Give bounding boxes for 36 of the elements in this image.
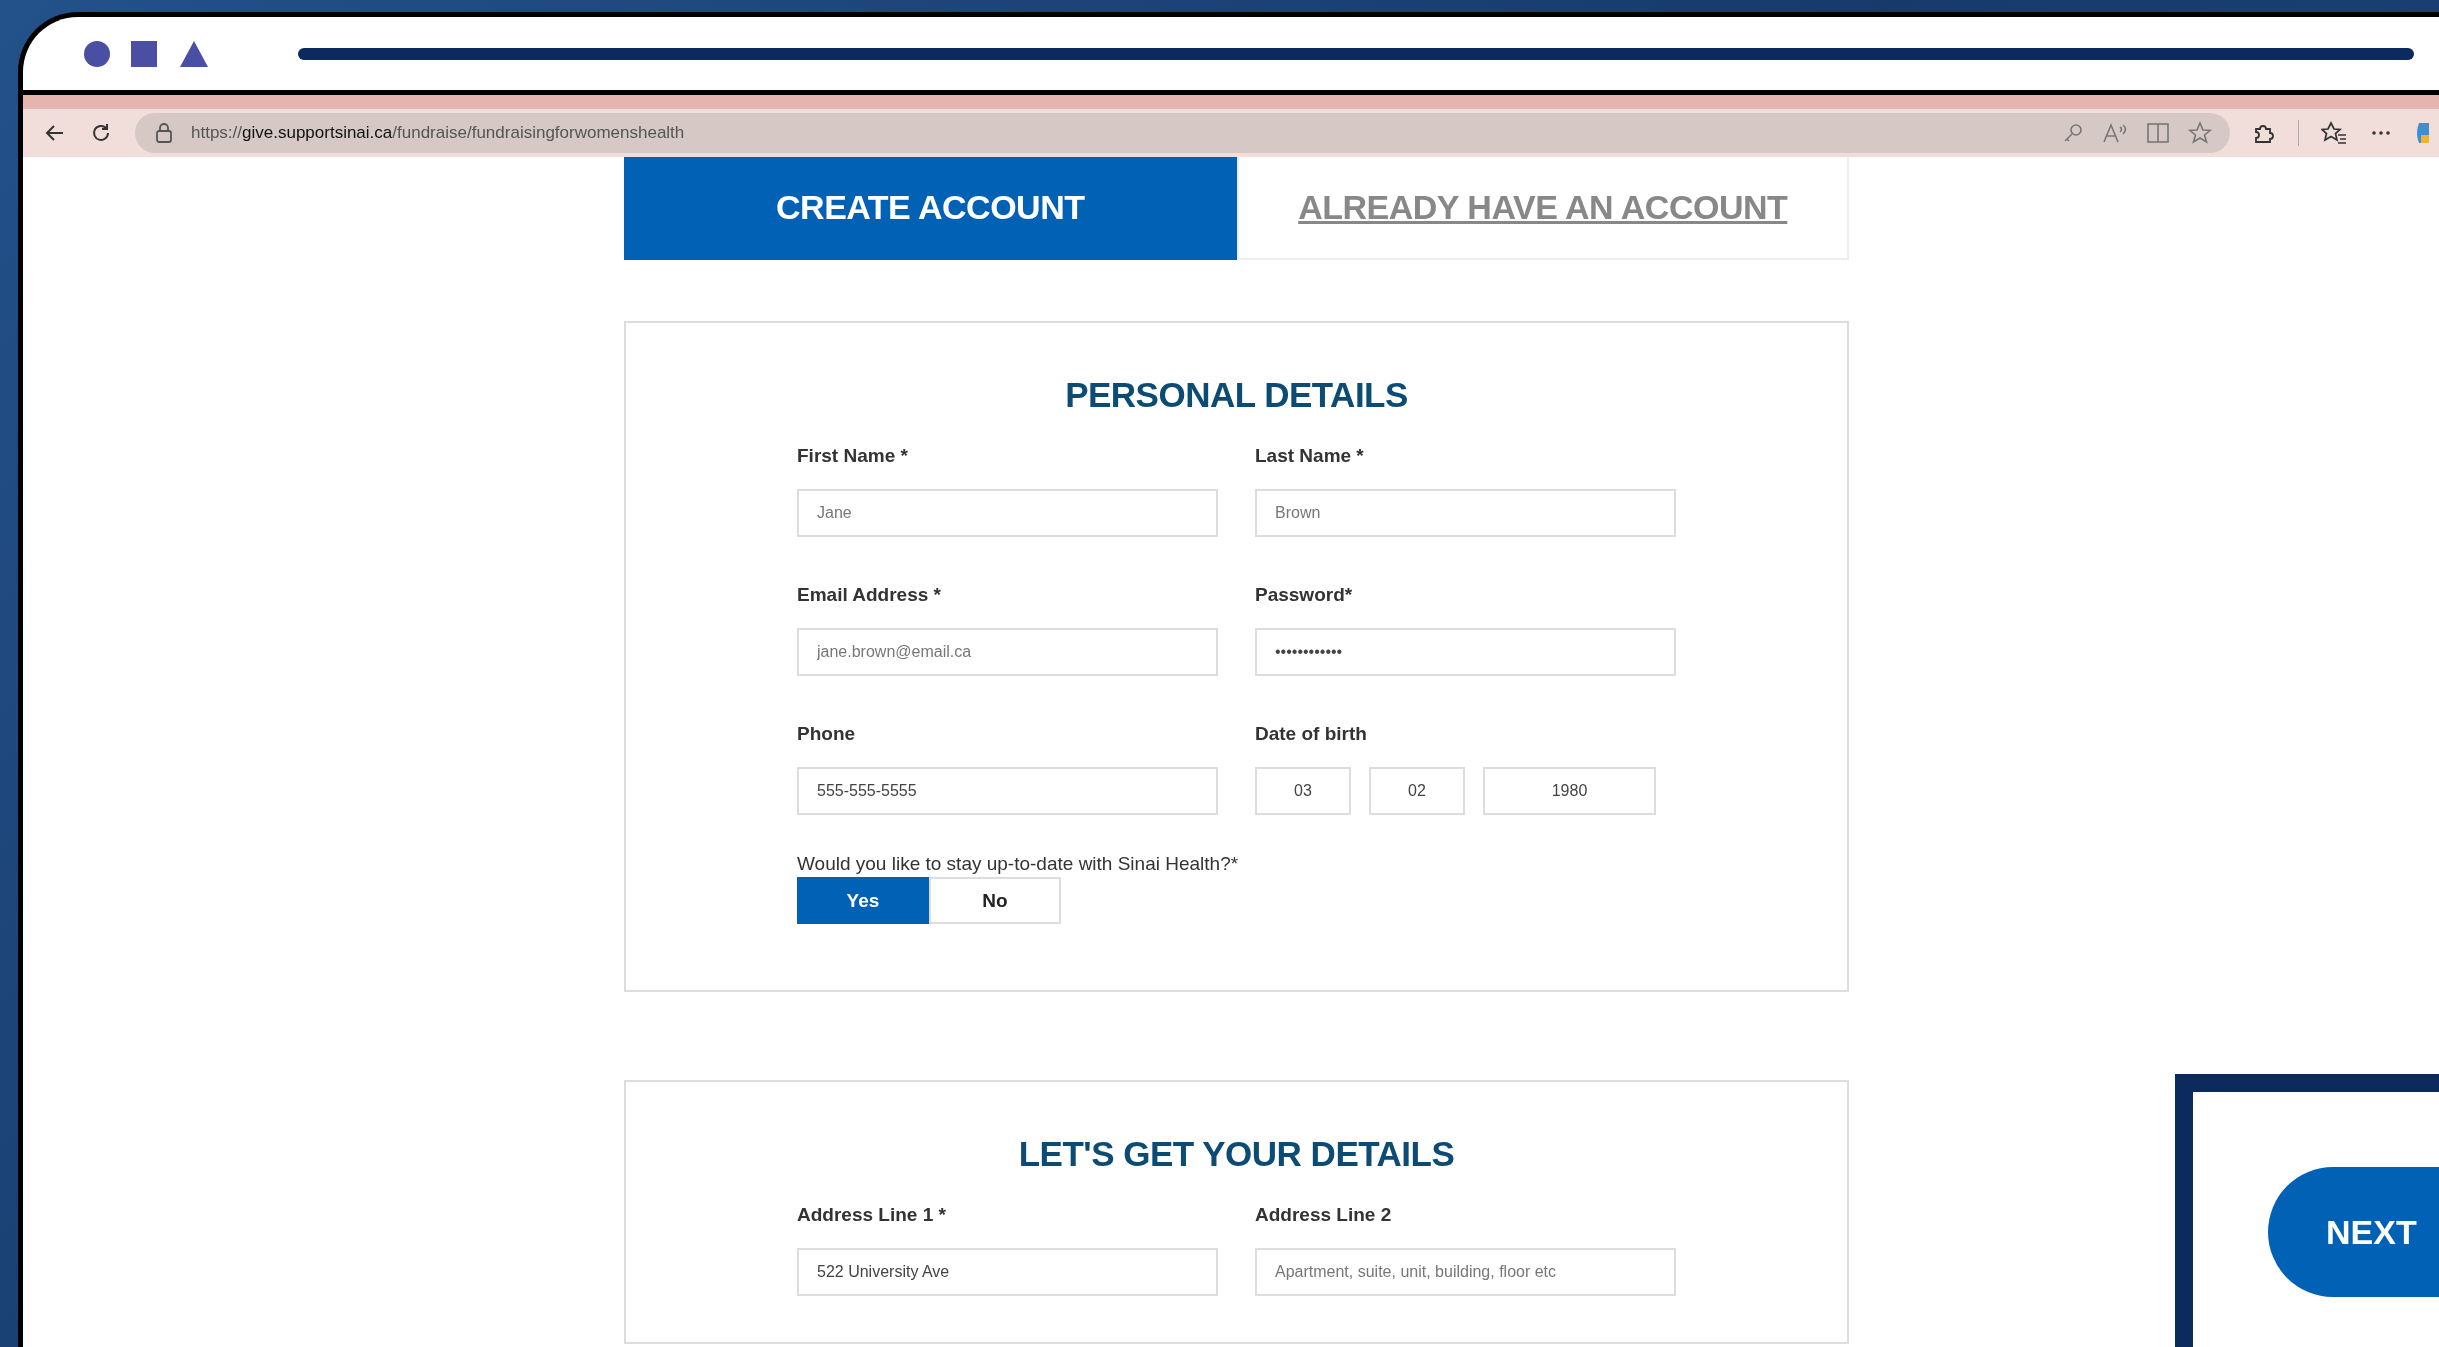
text-field[interactable]: •••••••••••• <box>1255 628 1676 676</box>
read-aloud-icon[interactable] <box>2102 122 2128 144</box>
text-field[interactable]: 1980 <box>1483 767 1656 815</box>
field-label: Address Line 2 <box>1255 1204 1393 1226</box>
text-field[interactable]: Jane <box>797 489 1218 537</box>
star-icon[interactable] <box>2188 121 2212 145</box>
section-title: PERSONAL DETAILS <box>1065 375 1408 415</box>
text-field[interactable]: 522 University Ave <box>797 1248 1218 1296</box>
option-button[interactable]: No <box>929 877 1061 924</box>
section-title: LET'S GET YOUR DETAILS <box>1018 1134 1455 1174</box>
favorites-icon[interactable] <box>2321 121 2347 145</box>
text-field[interactable]: 555-555-5555 <box>797 767 1218 815</box>
text-field[interactable]: Brown <box>1255 489 1676 537</box>
option-button[interactable]: Yes <box>797 877 929 924</box>
text-field[interactable]: jane.brown@email.ca <box>797 628 1218 676</box>
square-icon <box>131 40 157 67</box>
field-label: Date of birth <box>1255 723 1368 745</box>
text-field[interactable]: 02 <box>1369 767 1465 815</box>
lock-icon[interactable] <box>155 123 173 143</box>
field-label: Last Name * <box>1255 445 1365 467</box>
question-label: Would you like to stay up-to-date with Sinai Health?* <box>797 853 1240 875</box>
field-label: Address Line 1 * <box>797 1204 947 1226</box>
text-field[interactable]: Apartment, suite, unit, building, floor etc <box>1255 1248 1676 1296</box>
field-label: Email Address * <box>797 584 942 606</box>
tab[interactable]: CREATE ACCOUNT <box>624 157 1237 260</box>
triangle-icon <box>180 40 208 67</box>
address-bar[interactable]: https://give.supportsinai.ca/fundraise/fundraisingforwomenshealth <box>135 113 2230 153</box>
field-label: Phone <box>797 723 857 745</box>
circle-icon <box>84 40 110 67</box>
text-field[interactable]: 03 <box>1255 767 1351 815</box>
tab[interactable]: ALREADY HAVE AN ACCOUNT <box>1236 157 1849 260</box>
url-text[interactable]: https://give.supportsinai.ca/fundraise/fundraisingforwomenshealth <box>191 123 685 143</box>
field-label: First Name * <box>797 445 909 467</box>
field-label: Password* <box>1255 584 1354 606</box>
key-icon[interactable] <box>2062 122 2084 144</box>
next-button[interactable]: NEXT <box>2268 1167 2439 1297</box>
